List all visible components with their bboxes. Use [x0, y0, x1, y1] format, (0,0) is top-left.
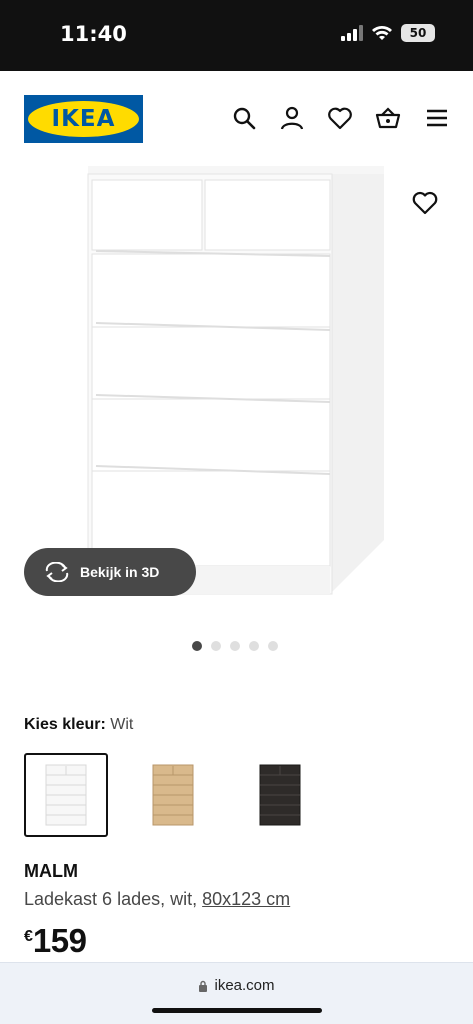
user-icon[interactable]: [279, 105, 305, 131]
status-icons: 50: [341, 24, 435, 42]
logo-text: IKEA: [51, 106, 116, 132]
logo-oval: IKEA: [28, 101, 139, 137]
status-bar: 11:40 50: [0, 0, 473, 71]
wishlist-heart-icon[interactable]: [410, 188, 440, 218]
gallery-dot[interactable]: [211, 641, 221, 651]
url-text: ikea.com: [214, 977, 275, 994]
product-description: Ladekast 6 lades, wit, 80x123 cm: [24, 889, 290, 910]
heart-icon[interactable]: [327, 105, 353, 131]
price-currency: €: [24, 928, 33, 945]
url-display[interactable]: ikea.com: [0, 977, 473, 994]
oak-dresser-thumb: [152, 764, 194, 826]
browser-address-bar[interactable]: ikea.com: [0, 962, 473, 1024]
gallery-dot[interactable]: [249, 641, 259, 651]
black-brown-dresser-thumb: [259, 764, 301, 826]
search-icon[interactable]: [231, 105, 257, 131]
basket-icon[interactable]: [375, 105, 401, 131]
menu-icon[interactable]: [424, 105, 450, 131]
ikea-logo[interactable]: IKEA: [24, 95, 143, 143]
gallery-pagination: [192, 641, 278, 651]
product-price: €159: [24, 922, 87, 960]
white-dresser-thumb: [45, 764, 87, 826]
product-description-text: Ladekast 6 lades, wit,: [24, 889, 198, 909]
product-name: MALM: [24, 861, 78, 881]
swatch-black-brown[interactable]: [238, 753, 322, 837]
status-time: 11:40: [60, 22, 127, 46]
price-amount: 159: [32, 922, 87, 959]
rotate-3d-icon: [45, 562, 69, 582]
color-label: Kies kleur:: [24, 716, 106, 733]
gallery-dot[interactable]: [268, 641, 278, 651]
battery-indicator: 50: [401, 24, 435, 42]
wifi-icon: [372, 26, 392, 40]
color-value: Wit: [110, 716, 134, 733]
site-header: IKEA: [0, 71, 473, 166]
swatch-oak[interactable]: [131, 753, 215, 837]
view-in-3d-label: Bekijk in 3D: [80, 564, 160, 580]
color-selector-label: Kies kleur: Wit: [24, 716, 133, 734]
product-size-link[interactable]: 80x123 cm: [202, 889, 290, 909]
swatch-white[interactable]: [24, 753, 108, 837]
lock-icon: [199, 980, 208, 992]
home-indicator[interactable]: [152, 1008, 322, 1013]
gallery-dot[interactable]: [230, 641, 240, 651]
gallery-dot[interactable]: [192, 641, 202, 651]
view-in-3d-button[interactable]: Bekijk in 3D: [24, 548, 196, 596]
color-swatches: [24, 753, 345, 837]
signal-icon: [341, 25, 363, 41]
